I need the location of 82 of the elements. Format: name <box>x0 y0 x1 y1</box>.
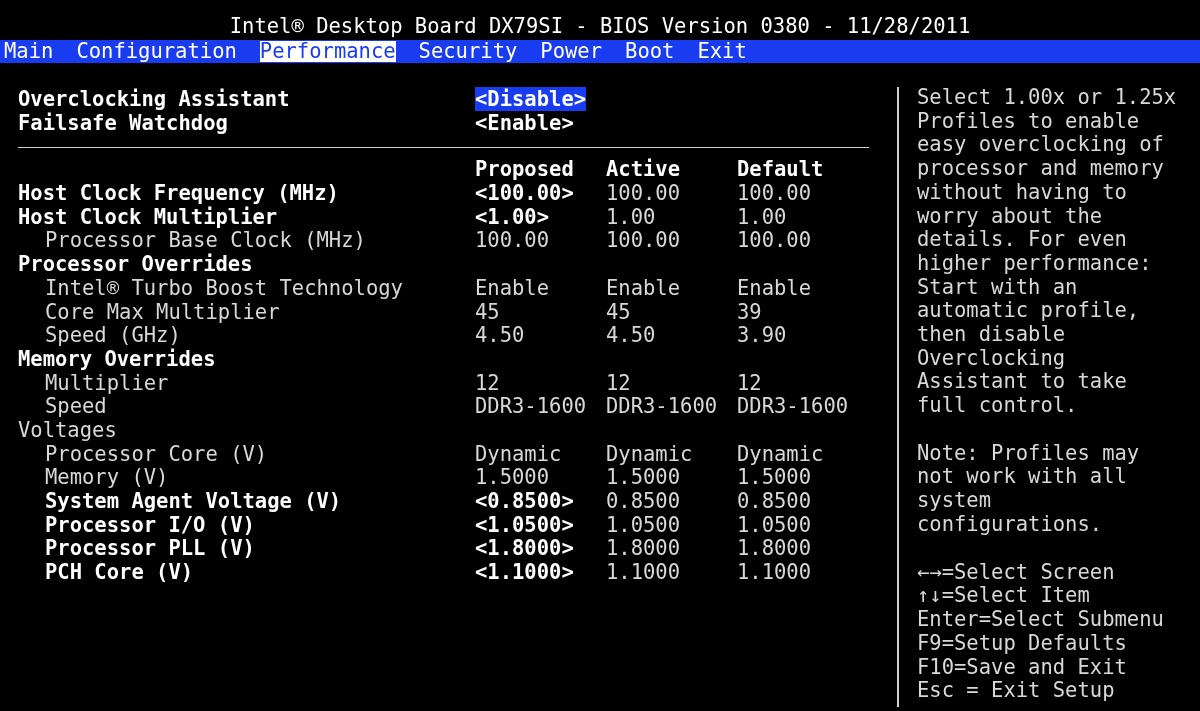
value-text: 12 <box>606 370 631 395</box>
value-text: 100.00 <box>606 228 681 253</box>
menu-tab[interactable]: Security <box>418 41 518 62</box>
setting-label[interactable]: System Agent Voltage (V) <box>45 490 342 514</box>
value-text[interactable]: <0.8500> <box>475 489 574 513</box>
value-text: Enable <box>737 275 812 300</box>
setting-label: Processor Core (V) <box>45 442 268 467</box>
setting-label[interactable]: Failsafe Watchdog <box>18 111 228 136</box>
value-text: 12 <box>475 370 500 395</box>
value-text: DDR3-1600 <box>737 394 849 419</box>
key-hint: Enter=Select Submenu <box>917 608 1165 632</box>
setting-value[interactable]: <Disable> <box>475 87 587 111</box>
setting-label: Processor Base Clock (MHz) <box>45 229 366 253</box>
value-text: 100.00 <box>737 181 812 206</box>
value-text: 0.8500 <box>737 489 812 513</box>
setting-label[interactable]: PCH Core (V) <box>45 561 194 585</box>
setting-label: Voltages <box>18 418 117 443</box>
value-text: DDR3-1600 <box>606 394 718 419</box>
value-text: 100.00 <box>737 228 812 253</box>
value-text: 0.8500 <box>606 489 681 513</box>
value-text: 1.1000 <box>737 560 812 585</box>
value-text: 1.00 <box>737 204 787 229</box>
value-text[interactable]: <1.00> <box>475 204 550 229</box>
help-text: Note: Profiles may not work with all system configurations. <box>917 441 1141 537</box>
value-text: Dynamic <box>475 441 562 466</box>
setting-label[interactable]: Host Clock Frequency (MHz) <box>18 182 339 206</box>
value-text: 39 <box>737 299 762 324</box>
value-text: 1.5000 <box>606 465 681 490</box>
value-text: 100.00 <box>475 228 550 253</box>
value-text: 12 <box>737 370 762 395</box>
value-text: 1.1000 <box>606 560 681 585</box>
key-hint: ↑↓=Select Item <box>917 584 1091 609</box>
key-hint: F10=Save and Exit <box>917 655 1128 680</box>
value-text: 1.5000 <box>737 465 812 490</box>
menu-tab[interactable]: Exit <box>697 41 747 62</box>
value-text[interactable]: <1.8000> <box>475 536 574 561</box>
value-text: 45 <box>606 299 631 324</box>
value-text: 1.0500 <box>606 512 681 537</box>
value-text: 1.8000 <box>737 536 812 561</box>
setting-label[interactable]: Processor I/O (V) <box>45 513 255 538</box>
setting-value[interactable]: <Enable> <box>475 110 574 135</box>
column-header: Active <box>606 157 681 182</box>
value-text: Dynamic <box>606 441 693 466</box>
column-header: Proposed <box>475 157 574 182</box>
value-text: Dynamic <box>737 441 824 466</box>
value-text: 45 <box>475 299 500 324</box>
setting-label[interactable]: Processor PLL (V) <box>45 537 255 562</box>
key-hint: ←→=Select Screen <box>917 560 1116 585</box>
setting-label[interactable]: Host Clock Multiplier <box>18 205 278 230</box>
setting-label: Speed <box>45 395 107 419</box>
help-text: Select 1.00x or 1.25x Profiles to enable easy overclocking of processor and memory without having to worry about the details. For even higher performance: Start with an automatic profile, then disable Overclocking Assistant to take full control. <box>917 86 1178 418</box>
menu-tab[interactable]: Power <box>540 41 603 62</box>
value-text: 1.0500 <box>737 512 812 537</box>
setting-label: Memory (V) <box>45 466 169 490</box>
value-text: 4.50 <box>606 323 656 348</box>
value-text[interactable]: <100.00> <box>475 181 574 206</box>
value-text: DDR3-1600 <box>475 394 587 419</box>
setting-label: Intel® Turbo Boost Technology <box>45 276 403 301</box>
value-text: 1.00 <box>606 204 656 229</box>
value-text[interactable]: <1.0500> <box>475 512 574 537</box>
value-text: 1.8000 <box>606 536 681 561</box>
setting-label: Core Max Multiplier <box>45 300 280 325</box>
setting-label: Speed (GHz) <box>45 324 181 348</box>
menu-tab[interactable]: Main <box>4 41 54 62</box>
value-text: 100.00 <box>606 181 681 206</box>
value-text[interactable]: <1.1000> <box>475 560 574 585</box>
menu-tab[interactable]: Performance <box>259 41 396 62</box>
column-header: Default <box>737 157 824 182</box>
menu-tab[interactable]: Configuration <box>76 41 237 62</box>
value-text: 3.90 <box>737 323 787 348</box>
menu-tab[interactable]: Boot <box>625 41 675 62</box>
setting-label[interactable]: Processor Overrides <box>18 253 253 277</box>
setting-label[interactable]: Memory Overrides <box>18 347 216 372</box>
value-text: 1.5000 <box>475 465 550 490</box>
value-text: 4.50 <box>475 323 525 348</box>
value-text: Enable <box>606 275 681 300</box>
key-hint: Esc = Exit Setup <box>917 679 1116 703</box>
setting-label[interactable]: Overclocking Assistant <box>18 88 290 112</box>
window-title: Intel® Desktop Board DX79SI - BIOS Version 0380 - 11/28/2011 <box>229 15 971 39</box>
setting-label: Multiplier <box>45 371 169 396</box>
key-hint: F9=Setup Defaults <box>917 631 1128 656</box>
value-text: Enable <box>475 275 550 300</box>
